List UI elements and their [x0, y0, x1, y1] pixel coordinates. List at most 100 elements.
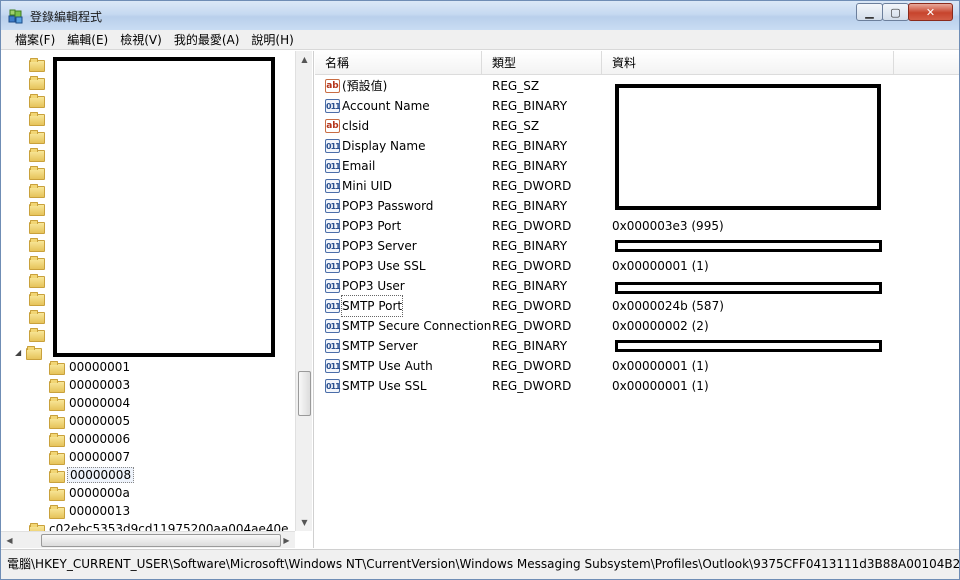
tree-item-label-selected: 00000008	[67, 467, 135, 483]
menu-help[interactable]: 說明(H)	[245, 31, 299, 48]
binary-value-icon: 011	[325, 259, 341, 273]
tree-folder-row[interactable]	[29, 163, 47, 181]
tree-folder-row[interactable]	[29, 235, 47, 253]
tree-folder-row[interactable]	[29, 73, 47, 91]
folder-icon	[29, 166, 45, 180]
binary-value-icon: 011	[325, 279, 341, 293]
tree-folder-row[interactable]	[29, 181, 47, 199]
tree-item-0000000a[interactable]: 0000000a	[49, 484, 132, 502]
title-bar[interactable]: 登錄編輯程式 ▁ ▢ ✕	[1, 1, 959, 30]
folder-icon	[49, 361, 65, 375]
value-data: 0x00000001 (1)	[612, 359, 709, 373]
value-row[interactable]: 011 SMTP Secure Connection REG_DWORD 0x0000…	[315, 316, 959, 336]
binary-value-icon: 011	[325, 359, 341, 373]
window-title: 登錄編輯程式	[30, 10, 103, 24]
scroll-right-arrow-icon[interactable]: ▶	[278, 532, 295, 548]
value-name: POP3 Server	[342, 239, 417, 253]
folder-icon	[49, 379, 65, 393]
registry-editor-app-icon	[8, 9, 23, 24]
binary-value-icon: 011	[325, 379, 341, 393]
key-tree-pane[interactable]: ◢ 00000001 00000003 00000004 00000005 00…	[1, 51, 314, 548]
binary-value-icon: 011	[325, 319, 341, 333]
tree-item-00000008[interactable]: 00000008	[49, 466, 135, 484]
folder-icon	[29, 328, 45, 342]
minimize-button[interactable]: ▁	[856, 3, 883, 21]
column-header-name[interactable]: 名稱	[315, 51, 482, 75]
value-row[interactable]: 011 POP3 Port REG_DWORD 0x000003e3 (995)	[315, 216, 959, 236]
scroll-left-arrow-icon[interactable]: ◀	[1, 532, 18, 548]
tree-folder-row[interactable]	[29, 91, 47, 109]
binary-value-icon: 011	[325, 139, 341, 153]
minimize-icon: ▁	[865, 5, 874, 19]
status-bar-path: 電腦\HKEY_CURRENT_USER\Software\Microsoft\…	[1, 549, 959, 579]
redacted-region	[615, 340, 882, 352]
tree-folder-row[interactable]	[29, 217, 47, 235]
value-name: SMTP Use SSL	[342, 379, 427, 393]
tree-folder-row[interactable]	[29, 271, 47, 289]
redacted-region	[615, 240, 882, 252]
value-type: REG_DWORD	[492, 179, 572, 193]
tree-item-00000004[interactable]: 00000004	[49, 394, 132, 412]
value-row[interactable]: 011 SMTP Use Auth REG_DWORD 0x00000001 (1)	[315, 356, 959, 376]
tree-folder-row[interactable]	[29, 145, 47, 163]
tree-item-00000006[interactable]: 00000006	[49, 430, 132, 448]
folder-icon	[26, 346, 43, 360]
expand-arrow-icon[interactable]: ◢	[15, 348, 21, 357]
maximize-button[interactable]: ▢	[882, 3, 909, 21]
tree-expanded-row[interactable]: ◢	[15, 343, 44, 361]
binary-value-icon: 011	[325, 239, 341, 253]
menu-edit[interactable]: 編輯(E)	[61, 31, 114, 48]
tree-item-00000013[interactable]: 00000013	[49, 502, 132, 520]
binary-value-icon: 011	[325, 339, 341, 353]
column-header-data[interactable]: 資料	[602, 51, 894, 75]
tree-item-label: 0000000a	[69, 486, 130, 500]
binary-value-icon: 011	[325, 159, 341, 173]
value-type: REG_BINARY	[492, 279, 568, 293]
scroll-thumb[interactable]	[298, 371, 311, 416]
tree-item-label: 00000006	[69, 432, 131, 446]
close-button[interactable]: ✕	[908, 3, 953, 21]
menu-view[interactable]: 檢視(V)	[114, 31, 168, 48]
tree-item-00000007[interactable]: 00000007	[49, 448, 132, 466]
tree-folder-row[interactable]	[29, 325, 47, 343]
menu-file[interactable]: 檔案(F)	[9, 31, 61, 48]
menu-favorites[interactable]: 我的最愛(A)	[168, 31, 246, 48]
value-type: REG_DWORD	[492, 379, 572, 393]
redacted-region	[615, 282, 882, 294]
column-header-type[interactable]: 類型	[482, 51, 602, 75]
scroll-thumb[interactable]	[41, 534, 281, 547]
value-type: REG_BINARY	[492, 239, 568, 253]
tree-folder-row[interactable]	[29, 55, 47, 73]
value-row[interactable]: 011 SMTP Use SSL REG_DWORD 0x00000001 (1)	[315, 376, 959, 396]
value-name: Account Name	[342, 99, 430, 113]
redacted-region	[615, 84, 881, 210]
tree-folder-row[interactable]	[29, 127, 47, 145]
value-name: Email	[342, 159, 376, 173]
value-list-pane[interactable]: 名稱 類型 資料 ab (預設值) REG_SZ 011 Account Name REG…	[315, 51, 959, 548]
tree-folder-row[interactable]	[29, 289, 47, 307]
tree-item-label: 00000013	[69, 504, 131, 518]
tree-folder-row[interactable]	[29, 253, 47, 271]
tree-item-00000005[interactable]: 00000005	[49, 412, 132, 430]
close-icon: ✕	[925, 5, 936, 19]
folder-icon	[49, 469, 65, 483]
tree-vertical-scrollbar[interactable]: ▲ ▼	[295, 51, 312, 531]
scroll-up-arrow-icon[interactable]: ▲	[296, 51, 313, 68]
tree-item-00000003[interactable]: 00000003	[49, 376, 132, 394]
value-name: POP3 User	[342, 279, 405, 293]
tree-folder-row[interactable]	[29, 109, 47, 127]
value-row[interactable]: 011 POP3 Use SSL REG_DWORD 0x00000001 (1)	[315, 256, 959, 276]
value-data: 0x00000001 (1)	[612, 379, 709, 393]
list-header: 名稱 類型 資料	[315, 51, 959, 75]
value-name: SMTP Port	[340, 295, 404, 317]
tree-folder-row[interactable]	[29, 199, 47, 217]
value-data: 0x00000001 (1)	[612, 259, 709, 273]
tree-item-00000001[interactable]: 00000001	[49, 358, 132, 376]
value-row[interactable]: 011 SMTP Port REG_DWORD 0x0000024b (587)	[315, 295, 959, 317]
tree-item-label: 00000005	[69, 414, 131, 428]
tree-horizontal-scrollbar[interactable]: ◀ ▶	[1, 531, 295, 548]
scroll-down-arrow-icon[interactable]: ▼	[296, 514, 313, 531]
folder-icon	[29, 130, 45, 144]
tree-folder-row[interactable]	[29, 307, 47, 325]
registry-editor-window: 登錄編輯程式 ▁ ▢ ✕ 檔案(F) 編輯(E) 檢視(V) 我的最愛(A) 說…	[0, 0, 960, 580]
